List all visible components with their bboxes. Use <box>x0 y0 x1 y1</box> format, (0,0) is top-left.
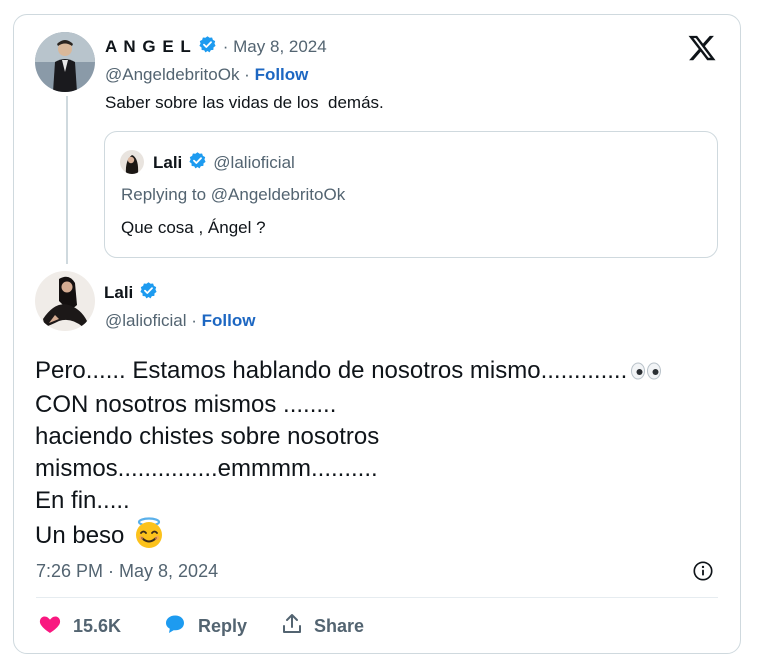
halo-smile-emoji-icon <box>132 517 166 558</box>
tweet-text: Saber sobre las vidas de los demás. <box>105 93 384 112</box>
lali-handle-row: @lalioficial · Follow <box>105 311 255 331</box>
author-handle[interactable]: @lalioficial <box>105 311 187 330</box>
tweet-date[interactable]: · May 8, 2024 <box>223 37 327 57</box>
info-icon[interactable] <box>692 560 714 587</box>
body-line: mismos...............emmmm.......... <box>35 455 378 482</box>
angel-handle-row: @AngeldebritoOk · Follow <box>105 65 308 85</box>
handle-separator: · <box>239 65 255 84</box>
author-handle[interactable]: @AngeldebritoOk <box>105 65 239 84</box>
author-name[interactable]: A N G E L <box>105 37 192 57</box>
lali-avatar[interactable] <box>35 271 95 331</box>
body-line-text: Pero...... Estamos hablando de nosotros … <box>35 357 628 384</box>
lali-header: Lali <box>104 281 158 305</box>
angel-header: A N G E L · May 8, 2024 <box>105 35 327 59</box>
quoted-header: Lali @lalioficial <box>153 151 295 175</box>
tweet-timestamp[interactable]: 7:26 PM · May 8, 2024 <box>36 561 218 582</box>
body-line: Un beso <box>35 517 662 558</box>
follow-button[interactable]: Follow <box>202 311 256 330</box>
divider <box>36 597 718 598</box>
body-line: CON nosotros mismos ........ <box>35 391 337 418</box>
verified-badge-icon <box>198 35 217 59</box>
verified-badge-icon <box>188 151 207 175</box>
like-count: 15.6K <box>73 616 122 636</box>
thread-connector-line <box>66 96 68 264</box>
angel-avatar[interactable] <box>35 32 95 92</box>
author-name[interactable]: Lali <box>104 283 133 303</box>
quoted-text: Que cosa , Ángel ? <box>121 218 266 237</box>
follow-button[interactable]: Follow <box>255 65 309 84</box>
replying-to-text: Replying to @AngeldebritoOk <box>121 185 346 204</box>
handle-separator: · <box>186 311 202 330</box>
eyes-emoji-icon <box>630 357 662 389</box>
lali-small-avatar[interactable] <box>120 150 144 174</box>
quoted-handle[interactable]: @lalioficial <box>213 153 295 173</box>
body-line: haciendo chistes sobre nosotros <box>35 423 380 450</box>
body-line: En fin..... <box>35 487 130 514</box>
tweet-body: Pero...... Estamos hablando de nosotros … <box>35 355 662 558</box>
reply-label: Reply <box>198 616 248 636</box>
body-line: Pero...... Estamos hablando de nosotros … <box>35 355 662 389</box>
share-label: Share <box>314 616 365 636</box>
body-line-text: Un beso <box>35 522 125 549</box>
verified-badge-icon <box>139 281 158 305</box>
x-logo-icon[interactable] <box>687 33 717 68</box>
quoted-author-name[interactable]: Lali <box>153 153 182 173</box>
